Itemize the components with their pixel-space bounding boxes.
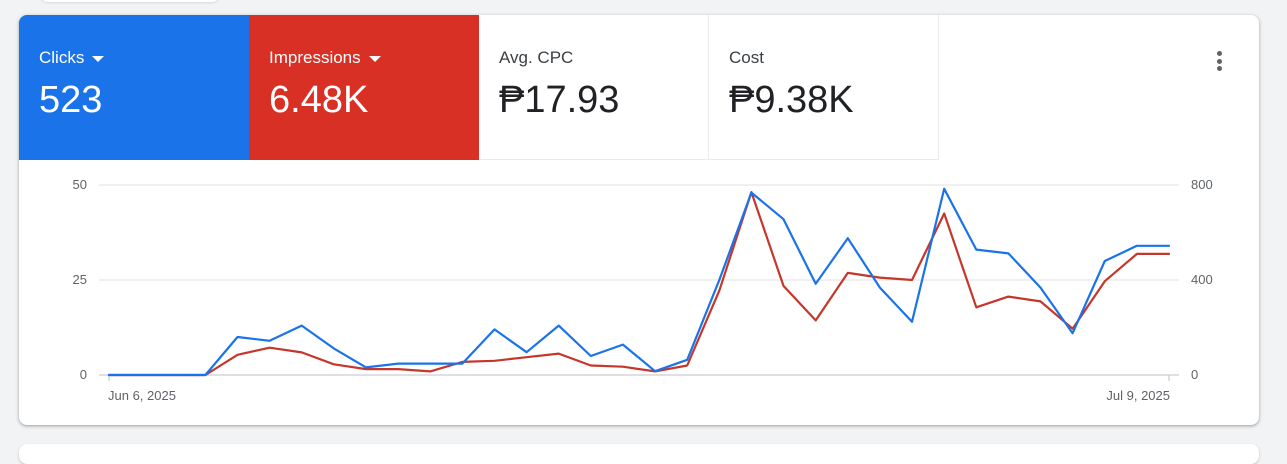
y-right-tick-label: 400 — [1191, 272, 1213, 287]
x-tick-label: Jun 6, 2025 — [108, 388, 176, 403]
performance-line-chart: 0 25 50 0 400 800 Jun 6, 2025 Jul 9, 2025 — [19, 15, 1259, 425]
x-tick-label: Jul 9, 2025 — [1106, 388, 1170, 403]
y-right-tick-label: 0 — [1191, 367, 1198, 382]
performance-card: Clicks 523 Impressions 6.48K Avg. CPC ₱1… — [19, 15, 1259, 425]
series-line-impressions — [109, 192, 1169, 375]
y-right-tick-label: 800 — [1191, 177, 1213, 192]
previous-card-edge — [40, 0, 220, 2]
y-left-tick-label: 0 — [80, 367, 87, 382]
next-card-edge — [19, 444, 1259, 464]
y-left-tick-label: 25 — [73, 272, 87, 287]
y-left-tick-label: 50 — [73, 177, 87, 192]
